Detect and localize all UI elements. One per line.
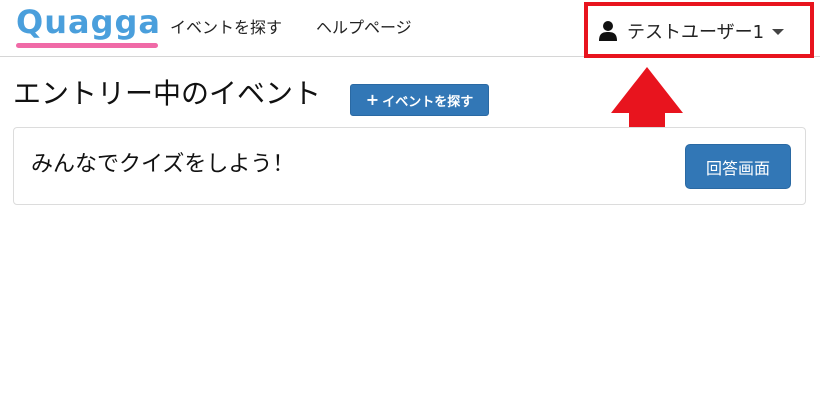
find-events-button[interactable]: + イベントを探す [350, 84, 489, 116]
nav-link-help[interactable]: ヘルプページ [316, 17, 412, 39]
event-name: みんなでクイズをしよう！ [31, 152, 295, 177]
answer-screen-button[interactable]: 回答画面 [685, 144, 791, 189]
find-events-button-label: イベントを探す [382, 94, 474, 110]
annotation-highlight-box [584, 2, 814, 58]
nav-link-find-events[interactable]: イベントを探す [170, 17, 282, 39]
quagga-logo[interactable]: Quagga [16, 3, 161, 51]
logo-text: Quagga [16, 3, 161, 41]
event-card: みんなでクイズをしよう！ 回答画面 [13, 127, 806, 205]
logo-underline [16, 43, 158, 48]
page-title: エントリー中のイベント [13, 77, 322, 110]
plus-icon: + [365, 90, 380, 109]
